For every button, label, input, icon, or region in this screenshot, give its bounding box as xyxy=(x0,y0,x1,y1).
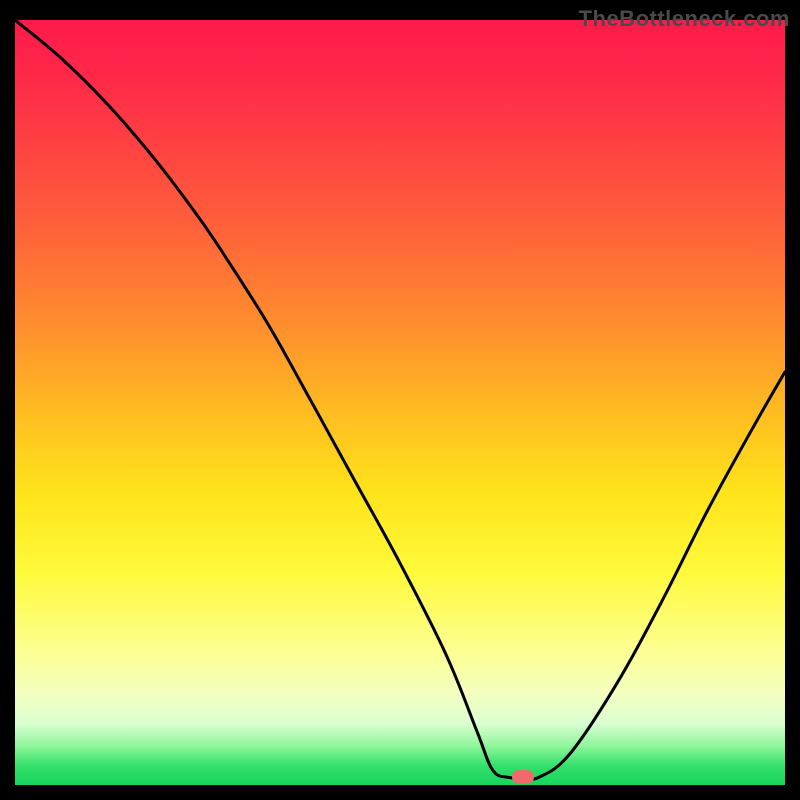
bottleneck-curve xyxy=(15,20,785,779)
watermark-text: TheBottleneck.com xyxy=(579,6,790,32)
optimal-point-marker xyxy=(512,770,534,784)
chart-frame: TheBottleneck.com xyxy=(0,0,800,800)
plot-area xyxy=(15,20,785,785)
bottleneck-curve-svg xyxy=(15,20,785,785)
